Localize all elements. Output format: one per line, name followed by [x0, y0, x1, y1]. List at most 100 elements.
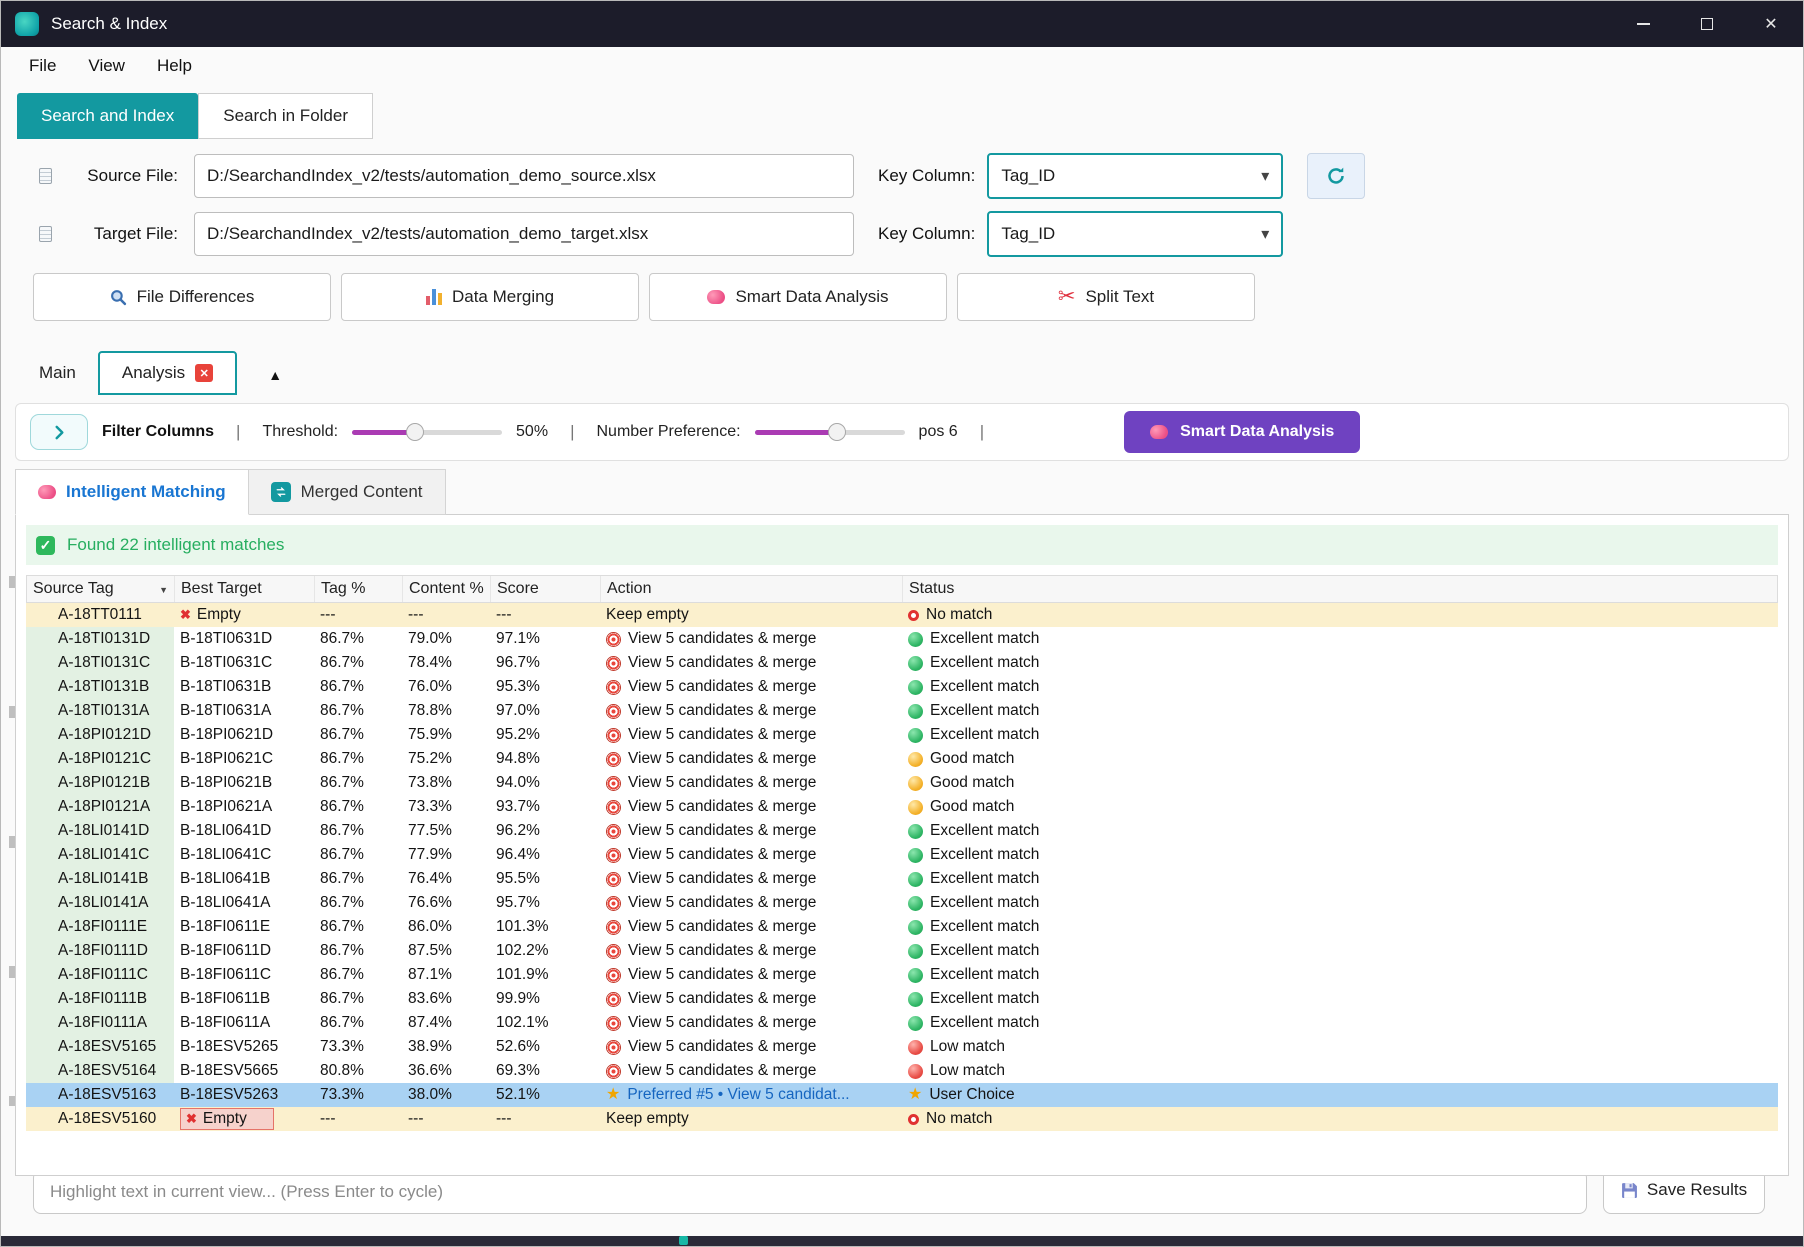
- source-tag-cell: A-18TI0131D: [26, 627, 174, 651]
- tab-main[interactable]: Main: [17, 351, 98, 395]
- table-row[interactable]: A-18LI0141CB-18LI0641C86.7%77.9%96.4%Vie…: [26, 843, 1778, 867]
- threshold-slider-knob[interactable]: [406, 423, 424, 441]
- data-merging-button[interactable]: Data Merging: [341, 273, 639, 321]
- table-row[interactable]: A-18FI0111BB-18FI0611B86.7%83.6%99.9%Vie…: [26, 987, 1778, 1011]
- action-cell[interactable]: View 5 candidates & merge: [600, 699, 902, 723]
- target-file-input[interactable]: [194, 212, 854, 256]
- action-cell[interactable]: View 5 candidates & merge: [600, 627, 902, 651]
- minimize-button[interactable]: [1611, 1, 1675, 47]
- action-cell[interactable]: View 5 candidates & merge: [600, 1011, 902, 1035]
- status-cell: Low match: [902, 1059, 1778, 1083]
- action-cell[interactable]: View 5 candidates & merge: [600, 1059, 902, 1083]
- target-key-column-select[interactable]: Tag_ID: [987, 211, 1283, 257]
- action-cell[interactable]: Preferred #5 • View 5 candidat...: [600, 1083, 902, 1107]
- table-row[interactable]: A-18LI0141DB-18LI0641D86.7%77.5%96.2%Vie…: [26, 819, 1778, 843]
- action-button-row: File Differences Data Merging Smart Data…: [33, 273, 1803, 321]
- table-row[interactable]: A-18PI0121BB-18PI0621B86.7%73.8%94.0%Vie…: [26, 771, 1778, 795]
- score-cell: ---: [490, 603, 600, 627]
- menu-file[interactable]: File: [17, 52, 68, 80]
- best-target-cell: Empty: [174, 1107, 314, 1131]
- tab-search-in-folder[interactable]: Search in Folder: [198, 93, 373, 139]
- action-cell[interactable]: View 5 candidates & merge: [600, 1035, 902, 1059]
- tab-search-and-index[interactable]: Search and Index: [17, 93, 198, 139]
- taskbar-icon: [679, 1236, 688, 1245]
- action-cell[interactable]: View 5 candidates & merge: [600, 723, 902, 747]
- filter-columns-button[interactable]: Filter Columns: [102, 423, 214, 441]
- action-label: Keep empty: [606, 606, 689, 624]
- column-header-score[interactable]: Score: [491, 576, 601, 602]
- column-header-source-tag[interactable]: Source Tag: [27, 576, 175, 602]
- status-cell: Excellent match: [902, 627, 1778, 651]
- table-row[interactable]: A-18LI0141AB-18LI0641A86.7%76.6%95.7%Vie…: [26, 891, 1778, 915]
- action-cell[interactable]: View 5 candidates & merge: [600, 987, 902, 1011]
- column-header-tag-pct[interactable]: Tag %: [315, 576, 403, 602]
- action-cell[interactable]: View 5 candidates & merge: [600, 843, 902, 867]
- menu-help[interactable]: Help: [145, 52, 204, 80]
- expand-panel-button[interactable]: [30, 414, 88, 450]
- action-cell[interactable]: View 5 candidates & merge: [600, 651, 902, 675]
- table-row[interactable]: A-18PI0121AB-18PI0621A86.7%73.3%93.7%Vie…: [26, 795, 1778, 819]
- table-row[interactable]: A-18ESV5163B-18ESV526373.3%38.0%52.1%Pre…: [26, 1083, 1778, 1107]
- split-text-button[interactable]: Split Text: [957, 273, 1255, 321]
- table-row[interactable]: A-18LI0141BB-18LI0641B86.7%76.4%95.5%Vie…: [26, 867, 1778, 891]
- smart-data-analysis-run-button[interactable]: Smart Data Analysis: [1124, 411, 1360, 453]
- column-header-best-target[interactable]: Best Target: [175, 576, 315, 602]
- action-cell[interactable]: View 5 candidates & merge: [600, 891, 902, 915]
- tab-analysis[interactable]: Analysis: [98, 351, 237, 395]
- table-row[interactable]: A-18ESV5165B-18ESV526573.3%38.9%52.6%Vie…: [26, 1035, 1778, 1059]
- smart-data-analysis-button[interactable]: Smart Data Analysis: [649, 273, 947, 321]
- table-row[interactable]: A-18FI0111CB-18FI0611C86.7%87.1%101.9%Vi…: [26, 963, 1778, 987]
- action-cell[interactable]: Keep empty: [600, 1107, 902, 1131]
- tab-close-icon[interactable]: [195, 364, 213, 382]
- sort-arrow-icon[interactable]: [159, 580, 168, 598]
- collapse-triangle-button[interactable]: [249, 355, 301, 395]
- highlight-search-input[interactable]: [33, 1170, 1587, 1214]
- score-cell: 94.8%: [490, 747, 600, 771]
- refresh-button[interactable]: [1307, 153, 1365, 199]
- action-cell[interactable]: View 5 candidates & merge: [600, 675, 902, 699]
- table-row[interactable]: A-18FI0111AB-18FI0611A86.7%87.4%102.1%Vi…: [26, 1011, 1778, 1035]
- column-header-status[interactable]: Status: [903, 576, 1777, 602]
- source-file-input[interactable]: [194, 154, 854, 198]
- table-row[interactable]: A-18TI0131BB-18TI0631B86.7%76.0%95.3%Vie…: [26, 675, 1778, 699]
- table-row[interactable]: A-18TT0111Empty---------Keep emptyNo mat…: [26, 603, 1778, 627]
- table-row[interactable]: A-18TI0131DB-18TI0631D86.7%79.0%97.1%Vie…: [26, 627, 1778, 651]
- action-label: View 5 candidates & merge: [628, 894, 816, 912]
- table-row[interactable]: A-18PI0121DB-18PI0621D86.7%75.9%95.2%Vie…: [26, 723, 1778, 747]
- number-preference-slider-knob[interactable]: [828, 423, 846, 441]
- table-row[interactable]: A-18ESV5160Empty---------Keep emptyNo ma…: [26, 1107, 1778, 1131]
- tab-intelligent-matching[interactable]: Intelligent Matching: [15, 469, 249, 515]
- source-key-column-select[interactable]: Tag_ID: [987, 153, 1283, 199]
- action-cell[interactable]: View 5 candidates & merge: [600, 795, 902, 819]
- table-row[interactable]: A-18TI0131CB-18TI0631C86.7%78.4%96.7%Vie…: [26, 651, 1778, 675]
- table-row[interactable]: A-18PI0121CB-18PI0621C86.7%75.2%94.8%Vie…: [26, 747, 1778, 771]
- tag-percent-cell: 73.3%: [314, 1083, 402, 1107]
- tag-percent-cell: 86.7%: [314, 915, 402, 939]
- number-preference-slider[interactable]: [755, 430, 905, 435]
- action-cell[interactable]: View 5 candidates & merge: [600, 771, 902, 795]
- status-cell: Excellent match: [902, 987, 1778, 1011]
- column-header-action[interactable]: Action: [601, 576, 903, 602]
- table-row[interactable]: A-18TI0131AB-18TI0631A86.7%78.8%97.0%Vie…: [26, 699, 1778, 723]
- target-icon: [606, 1016, 621, 1031]
- content-percent-cell: 77.9%: [402, 843, 490, 867]
- action-cell[interactable]: View 5 candidates & merge: [600, 867, 902, 891]
- action-cell[interactable]: View 5 candidates & merge: [600, 747, 902, 771]
- table-row[interactable]: A-18ESV5164B-18ESV566580.8%36.6%69.3%Vie…: [26, 1059, 1778, 1083]
- close-button[interactable]: [1739, 1, 1803, 47]
- threshold-slider[interactable]: [352, 430, 502, 435]
- action-cell[interactable]: View 5 candidates & merge: [600, 819, 902, 843]
- action-cell[interactable]: View 5 candidates & merge: [600, 939, 902, 963]
- action-cell[interactable]: View 5 candidates & merge: [600, 915, 902, 939]
- table-row[interactable]: A-18FI0111EB-18FI0611E86.7%86.0%101.3%Vi…: [26, 915, 1778, 939]
- menu-view[interactable]: View: [76, 52, 137, 80]
- maximize-button[interactable]: [1675, 1, 1739, 47]
- action-cell[interactable]: Keep empty: [600, 603, 902, 627]
- file-differences-button[interactable]: File Differences: [33, 273, 331, 321]
- table-row[interactable]: A-18FI0111DB-18FI0611D86.7%87.5%102.2%Vi…: [26, 939, 1778, 963]
- content-percent-cell: 75.9%: [402, 723, 490, 747]
- content-percent-cell: 73.8%: [402, 771, 490, 795]
- tab-merged-content[interactable]: Merged Content: [249, 469, 446, 515]
- column-header-content-pct[interactable]: Content %: [403, 576, 491, 602]
- action-cell[interactable]: View 5 candidates & merge: [600, 963, 902, 987]
